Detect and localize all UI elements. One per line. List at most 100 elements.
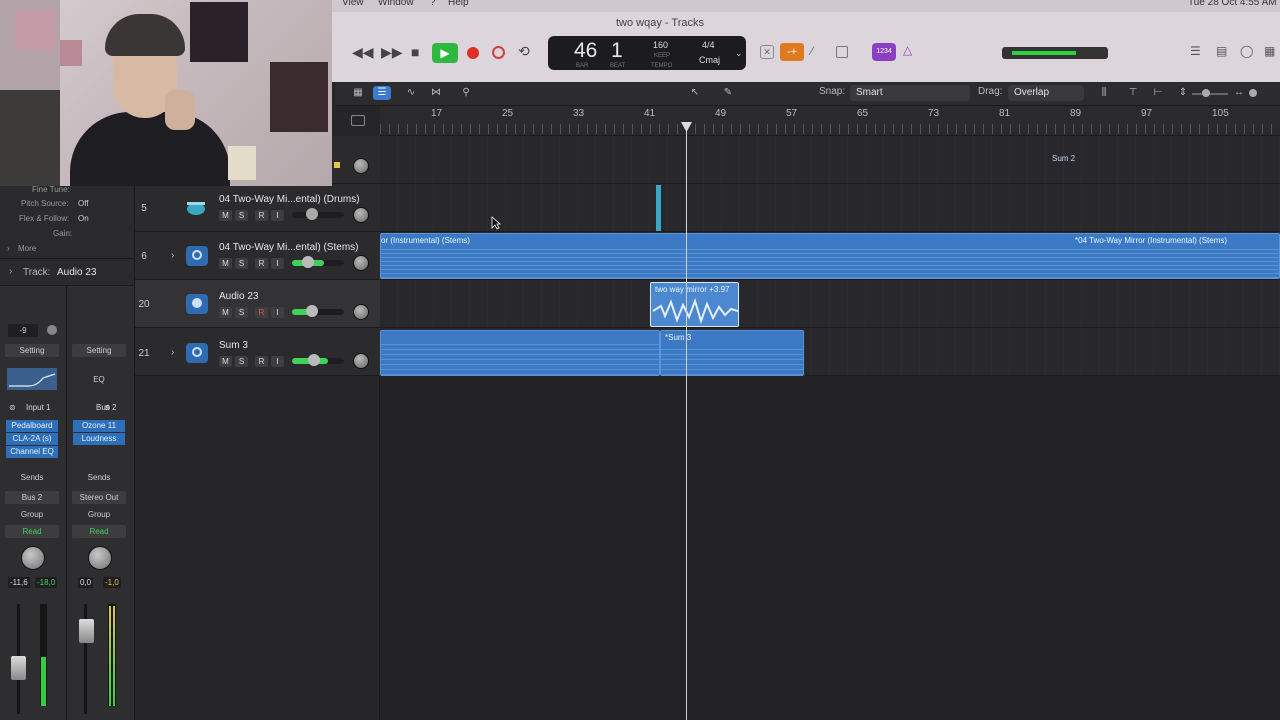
pan-knob[interactable] — [353, 255, 369, 271]
volume-fader[interactable] — [292, 260, 344, 266]
input-monitor-button[interactable]: I — [271, 307, 284, 318]
fast-forward-icon[interactable]: ▶▶ — [381, 44, 403, 61]
input-monitor-button[interactable]: I — [271, 210, 284, 221]
plugin-channel-eq[interactable]: Channel EQ — [6, 446, 58, 458]
plugin-cla2a[interactable]: CLA-2A (s) — [6, 433, 58, 445]
pencil-tool-icon[interactable]: ✎ — [719, 86, 737, 100]
ch2-output[interactable]: Stereo Out — [72, 491, 126, 504]
sum3-region[interactable]: *Sum 3 — [660, 330, 804, 376]
record-button[interactable] — [467, 47, 479, 59]
volume-fader-thumb[interactable] — [308, 354, 320, 366]
vertical-zoom-thumb[interactable] — [1202, 89, 1210, 97]
track-header-20[interactable] — [135, 280, 380, 328]
lcd-key[interactable]: Cmaj — [699, 55, 720, 65]
solo-button[interactable]: S — [235, 307, 248, 318]
media-browser-icon[interactable]: ▦ — [1264, 44, 1275, 58]
autopunch-button[interactable]: -+ — [780, 43, 804, 61]
track-name[interactable]: Sum 3 — [219, 340, 248, 351]
record-enable-button[interactable]: R — [255, 258, 268, 269]
lane-top[interactable] — [380, 136, 1280, 184]
list-view-icon[interactable]: ☰ — [373, 86, 391, 100]
ch1-sends[interactable]: Sends — [5, 471, 59, 484]
gain-value[interactable]: -9 — [8, 324, 38, 337]
notepad-icon[interactable]: ▤ — [1216, 44, 1227, 58]
ch2-pan-knob[interactable] — [88, 546, 112, 570]
lcd-signature[interactable]: 4/4 — [702, 40, 715, 50]
global-tracks-icon[interactable] — [351, 115, 365, 126]
solo-button[interactable]: S — [235, 258, 248, 269]
pitch-source-value[interactable]: Off — [78, 199, 89, 208]
flex-icon[interactable]: ⋈ — [427, 86, 445, 100]
tuner-icon[interactable]: ⁄ — [811, 44, 813, 58]
volume-fader-thumb[interactable] — [306, 305, 318, 317]
horizontal-zoom-thumb[interactable] — [1249, 89, 1257, 97]
automation-icon[interactable]: ∿ — [402, 86, 420, 100]
input-monitor-button[interactable]: I — [271, 356, 284, 367]
more-toggle[interactable]: More — [18, 244, 36, 253]
loop-browser-icon[interactable]: ◯ — [1240, 44, 1253, 58]
pan-knob[interactable] — [353, 353, 369, 369]
ch1-output[interactable]: Bus 2 — [5, 491, 59, 504]
ch2-volume[interactable]: 0,0 — [78, 577, 94, 588]
stop-icon[interactable]: ■ — [411, 44, 419, 60]
count-in-button[interactable]: 1234 — [872, 43, 896, 61]
plugin-ozone[interactable]: Ozone 11 — [73, 420, 125, 432]
more-chevron-icon[interactable]: › — [7, 244, 10, 253]
vertical-zoom-slider[interactable] — [1192, 93, 1228, 95]
volume-fader[interactable] — [292, 309, 344, 315]
catch-icon[interactable]: ⚲ — [457, 86, 475, 100]
mute-button[interactable]: M — [219, 210, 232, 221]
ch2-automation[interactable]: Read — [72, 525, 126, 538]
ch1-eq-thumbnail[interactable] — [7, 368, 57, 390]
lane-track-20[interactable] — [380, 280, 1280, 328]
input-monitor-button[interactable]: I — [271, 258, 284, 269]
vertical-zoom-icon[interactable]: ⇕ — [1174, 86, 1192, 100]
gain-knob[interactable] — [47, 325, 57, 335]
plugin-pedalboard[interactable]: Pedalboard — [6, 420, 58, 432]
grid-view-icon[interactable]: ▦ — [349, 86, 367, 100]
solo-button[interactable]: S — [235, 210, 248, 221]
drums-region[interactable] — [656, 185, 661, 231]
ch1-input[interactable]: Input 1 — [26, 403, 50, 412]
track-name[interactable]: 04 Two-Way Mi...ental) (Stems) — [219, 242, 358, 253]
ch1-pan-knob[interactable] — [21, 546, 45, 570]
lcd-chevron-down-icon[interactable]: ⌄ — [735, 48, 743, 59]
ch1-volume[interactable]: -11,6 — [8, 577, 30, 588]
ch1-fader-cap[interactable] — [11, 656, 26, 680]
vertical-fit-icon[interactable]: ⊤ — [1124, 86, 1142, 100]
cycle-icon[interactable]: ⟲ — [518, 43, 530, 60]
play-button[interactable]: ▶ — [432, 43, 458, 63]
ch1-setting-button[interactable]: Setting — [5, 344, 59, 357]
track-chevron-icon[interactable]: › — [9, 266, 12, 277]
track-name[interactable]: 04 Two-Way Mi...ental) (Drums) — [219, 194, 360, 205]
expand-chevron-icon[interactable]: › — [171, 250, 174, 261]
sum3-region-left[interactable] — [380, 330, 660, 376]
drag-dropdown[interactable]: Overlap — [1008, 85, 1084, 101]
pan-knob[interactable] — [353, 207, 369, 223]
volume-fader-thumb[interactable] — [302, 256, 314, 268]
menu-view[interactable]: View — [342, 0, 364, 8]
ch2-input[interactable]: Bus 2 — [96, 403, 116, 412]
track-header-5[interactable] — [135, 184, 380, 232]
menu-window[interactable]: Window — [378, 0, 414, 8]
ch1-automation[interactable]: Read — [5, 525, 59, 538]
capture-recording-icon[interactable] — [492, 46, 505, 59]
flex-follow-value[interactable]: On — [78, 214, 89, 223]
snap-dropdown[interactable]: Smart — [850, 85, 970, 101]
ch1-group[interactable]: Group — [5, 508, 59, 521]
volume-fader[interactable] — [292, 212, 344, 218]
ch1-link-icon[interactable]: ⊚ — [9, 403, 16, 412]
top-track-pan-knob[interactable] — [353, 158, 369, 174]
list-editors-icon[interactable]: ☰ — [1190, 44, 1201, 58]
solo-button[interactable]: S — [235, 356, 248, 367]
ch2-setting-button[interactable]: Setting — [72, 344, 126, 357]
plugin-loudness[interactable]: Loudness — [73, 433, 125, 445]
rewind-icon[interactable]: ◀◀ — [352, 44, 374, 61]
replace-button[interactable]: ✕ — [760, 45, 774, 59]
menu-help[interactable]: Help — [448, 0, 469, 8]
record-enable-button[interactable]: R — [255, 356, 268, 367]
playhead[interactable] — [686, 124, 687, 720]
stems-region[interactable]: or (Instrumental) (Stems) *04 Two-Way Mi… — [380, 233, 1280, 279]
volume-fader-thumb[interactable] — [306, 208, 318, 220]
lcd-tempo[interactable]: 160 — [653, 40, 668, 50]
